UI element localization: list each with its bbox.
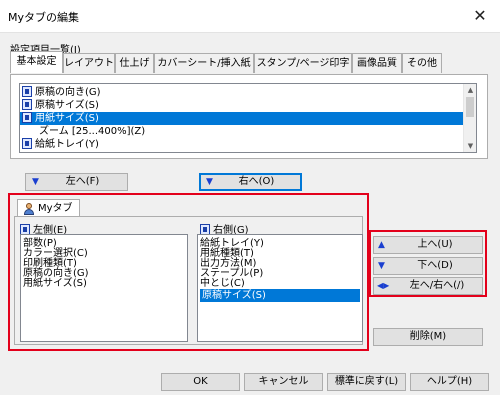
settings-tab-panel: 原稿の向き(G) 原稿サイズ(S) 用紙サイズ(S) ズーム [25...400… (10, 74, 488, 159)
settings-list-scrollbar[interactable]: ▲ ▼ (463, 84, 476, 152)
user-icon (23, 203, 35, 215)
arrow-down-icon: ▼ (206, 177, 213, 187)
tab-image-quality[interactable]: 画像品質 (352, 53, 402, 73)
list-item[interactable]: ズーム [25...400%](Z) (20, 125, 464, 138)
list-item-selected[interactable]: 用紙サイズ(S) (20, 112, 464, 125)
tab-cover-sheet[interactable]: カバーシート/挿入紙 (154, 53, 254, 73)
document-icon (22, 99, 32, 110)
reset-default-button[interactable]: 標準に戻す(L) (327, 373, 406, 391)
delete-button[interactable]: 削除(M) (373, 328, 483, 346)
window-title: Myタブの編集 (8, 11, 80, 24)
left-side-list[interactable]: 部数(P) カラー選択(C) 印刷種類(T) 原稿の向き(G) 用紙サイズ(S) (20, 234, 188, 342)
tab-mytab[interactable]: Myタブ (17, 199, 80, 217)
list-item[interactable]: 給紙トレイ(Y) (20, 138, 464, 151)
move-up-button[interactable]: ▲ 上へ(U) (373, 236, 483, 254)
document-icon (22, 86, 32, 97)
arrow-down-icon: ▼ (32, 177, 39, 187)
list-item[interactable]: 原稿の向き(G) (20, 86, 464, 99)
list-item-selected[interactable]: 原稿サイズ(S) (200, 289, 360, 302)
ok-button[interactable]: OK (161, 373, 240, 391)
move-right-button[interactable]: ▼ 右へ(O) (199, 173, 302, 191)
document-icon (22, 112, 32, 123)
document-icon (22, 138, 32, 149)
move-down-button[interactable]: ▼ 下へ(D) (373, 257, 483, 275)
arrow-up-icon: ▲ (378, 240, 385, 250)
list-item[interactable]: 用紙サイズ(S) (23, 277, 87, 290)
dialog-body: 設定項目一覧(I) 基本設定 レイアウト 仕上げ カバーシート/挿入紙 スタンプ… (0, 32, 500, 395)
scroll-up-icon[interactable]: ▲ (464, 84, 477, 96)
settings-list[interactable]: 原稿の向き(G) 原稿サイズ(S) 用紙サイズ(S) ズーム [25...400… (19, 83, 477, 153)
move-left-button[interactable]: ▼ 左へ(F) (25, 173, 128, 191)
scroll-thumb[interactable] (466, 97, 474, 117)
right-side-list[interactable]: 給紙トレイ(Y) 用紙種類(T) 出力方法(M) ステープル(P) 中とじ(C)… (197, 234, 363, 342)
help-button[interactable]: ヘルプ(H) (410, 373, 489, 391)
tab-basic[interactable]: 基本設定 (10, 51, 63, 73)
tab-layout[interactable]: レイアウト (63, 53, 115, 73)
arrow-left-right-icon: ◀▶ (377, 281, 390, 290)
tab-finishing[interactable]: 仕上げ (115, 53, 154, 73)
close-icon[interactable]: ✕ (470, 6, 490, 26)
title-bar: Myタブの編集 ✕ (0, 0, 500, 32)
cancel-button[interactable]: キャンセル (244, 373, 323, 391)
tab-stamp[interactable]: スタンプ/ページ印字 (254, 53, 352, 73)
scroll-down-icon[interactable]: ▼ (464, 140, 477, 152)
arrow-down-icon: ▼ (378, 261, 385, 271)
list-item[interactable]: 原稿サイズ(S) (20, 99, 464, 112)
move-left-right-button[interactable]: ◀▶ 左へ/右へ(/) (373, 277, 483, 295)
tab-other[interactable]: その他 (402, 53, 442, 73)
